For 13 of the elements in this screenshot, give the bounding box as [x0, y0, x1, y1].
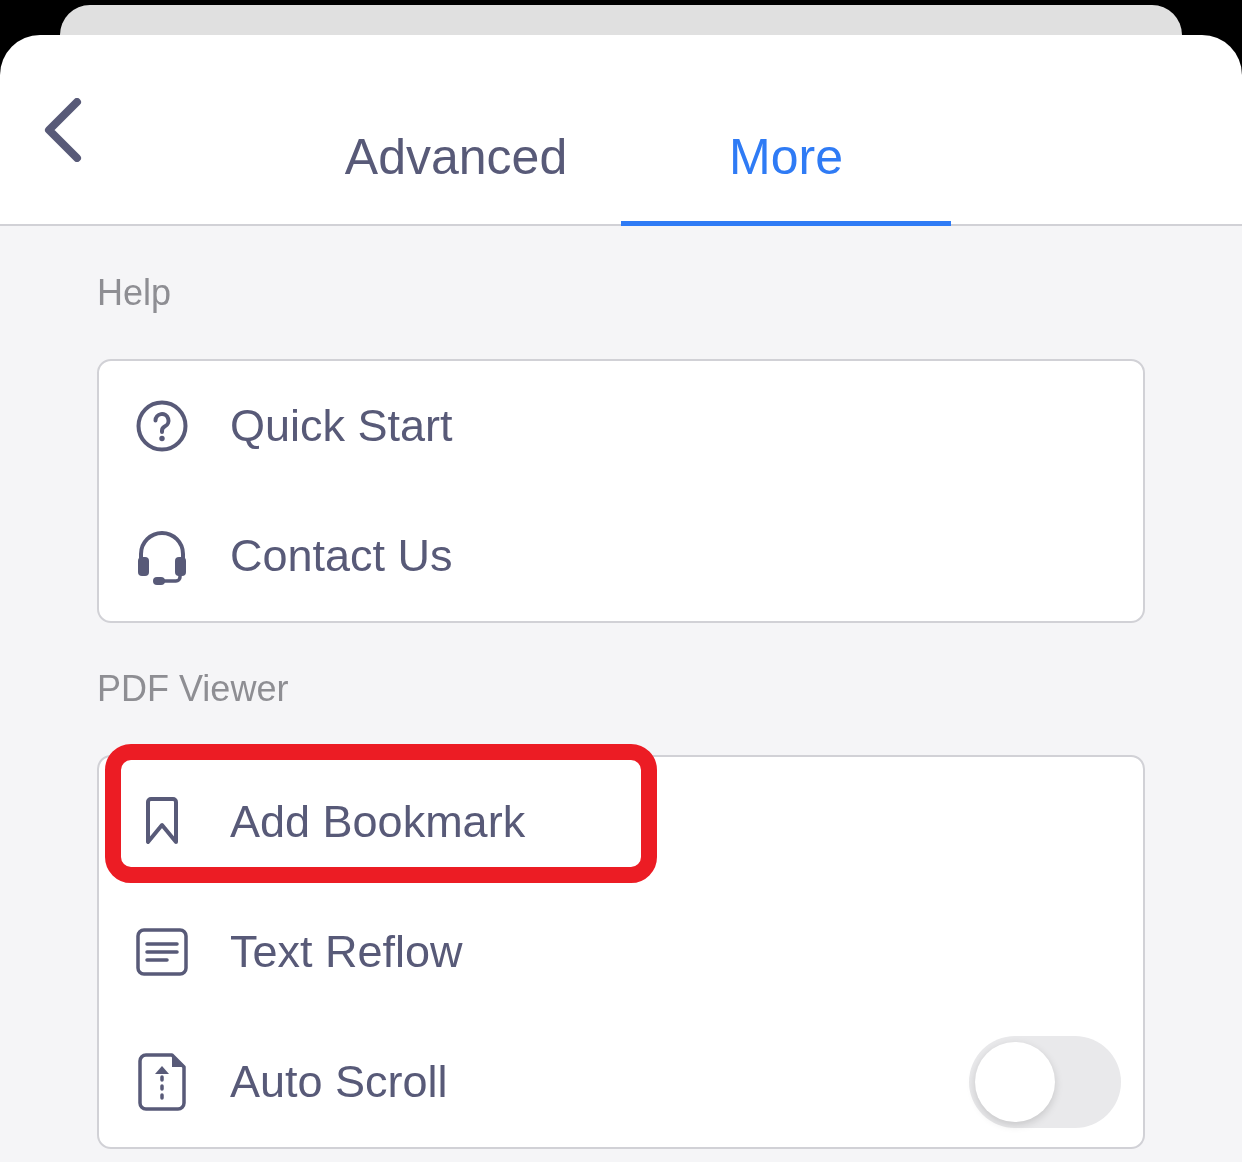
- menu-item[interactable]: Text Reflow: [99, 887, 1143, 1017]
- question-circle-icon: [136, 400, 188, 452]
- menu-item[interactable]: Add Bookmark: [99, 757, 1143, 887]
- tab[interactable]: Advanced: [291, 129, 621, 226]
- menu-item[interactable]: Quick Start: [99, 361, 1143, 491]
- back-icon[interactable]: [43, 98, 83, 162]
- section-title: PDF Viewer: [97, 669, 290, 709]
- file-up-arrow-icon: [138, 1053, 186, 1111]
- section-title: Help: [97, 273, 173, 313]
- menu-item[interactable]: Contact Us: [99, 491, 1143, 621]
- bookmark-icon: [145, 797, 179, 847]
- setting-label: Auto Scroll: [230, 1056, 449, 1108]
- document-lines-icon: [136, 928, 188, 976]
